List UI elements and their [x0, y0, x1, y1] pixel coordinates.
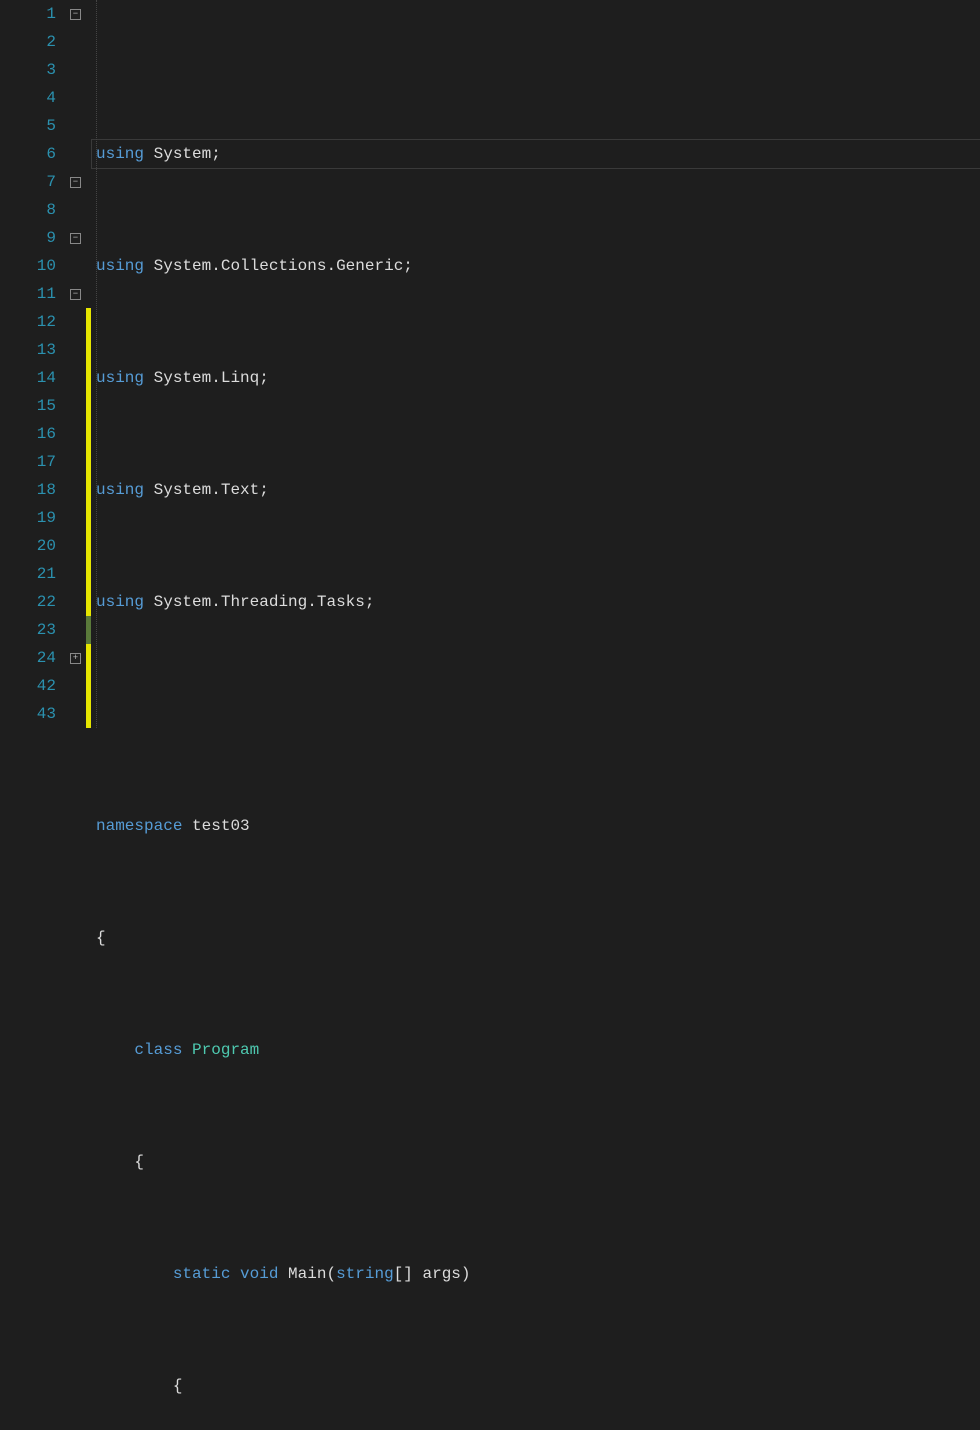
collapse-region-icon[interactable]: − [70, 177, 81, 188]
change-indicator [86, 672, 91, 700]
code-line[interactable]: using System.Linq; [92, 364, 980, 392]
line-number: 19 [0, 504, 56, 532]
line-number: 17 [0, 448, 56, 476]
line-number: 1 [0, 0, 56, 28]
change-indicator [86, 364, 91, 392]
code-area[interactable]: using System; using System.Collections.G… [92, 0, 980, 715]
line-number: 24 [0, 644, 56, 672]
code-line[interactable]: { [92, 924, 980, 952]
line-number: 14 [0, 364, 56, 392]
line-number: 6 [0, 140, 56, 168]
line-number: 7 [0, 168, 56, 196]
change-indicator [86, 644, 91, 672]
line-number: 11 [0, 280, 56, 308]
collapse-region-icon[interactable]: − [70, 233, 81, 244]
change-indicator [86, 476, 91, 504]
code-line[interactable] [92, 700, 980, 728]
line-number-gutter: 1234567891011121314151617181920212223244… [0, 0, 68, 715]
expand-region-icon[interactable]: + [70, 653, 81, 664]
change-indicator [86, 420, 91, 448]
line-number: 23 [0, 616, 56, 644]
line-number: 3 [0, 56, 56, 84]
line-number: 9 [0, 224, 56, 252]
code-line[interactable]: { [92, 1372, 980, 1400]
change-indicator [86, 588, 91, 616]
line-number: 10 [0, 252, 56, 280]
change-indicator [86, 504, 91, 532]
line-number: 21 [0, 560, 56, 588]
change-indicator [86, 392, 91, 420]
line-number: 42 [0, 672, 56, 700]
indent-guide [96, 0, 97, 728]
change-indicator [86, 308, 91, 336]
line-number: 20 [0, 532, 56, 560]
code-line[interactable]: { [92, 1148, 980, 1176]
line-number: 8 [0, 196, 56, 224]
line-number: 16 [0, 420, 56, 448]
change-indicator [86, 616, 91, 644]
code-line[interactable]: class Program [92, 1036, 980, 1064]
line-number: 15 [0, 392, 56, 420]
line-number: 22 [0, 588, 56, 616]
code-line[interactable]: using System.Collections.Generic; [92, 252, 980, 280]
code-line[interactable]: using System.Threading.Tasks; [92, 588, 980, 616]
collapse-region-icon[interactable]: − [70, 289, 81, 300]
code-line[interactable]: using System; [92, 140, 980, 168]
change-indicator [86, 532, 91, 560]
line-number: 13 [0, 336, 56, 364]
collapse-region-icon[interactable]: − [70, 9, 81, 20]
line-number: 5 [0, 112, 56, 140]
line-number: 18 [0, 476, 56, 504]
fold-column: − − − − + [68, 0, 86, 715]
code-line[interactable]: namespace test03 [92, 812, 980, 840]
code-line[interactable]: using System.Text; [92, 476, 980, 504]
line-number: 43 [0, 700, 56, 728]
line-number: 2 [0, 28, 56, 56]
line-number: 4 [0, 84, 56, 112]
code-editor[interactable]: 1234567891011121314151617181920212223244… [0, 0, 980, 715]
change-indicator [86, 560, 91, 588]
change-indicator [86, 700, 91, 728]
code-line[interactable]: static void Main(string[] args) [92, 1260, 980, 1288]
keyword-using: using [96, 145, 144, 163]
line-number: 12 [0, 308, 56, 336]
change-indicator [86, 336, 91, 364]
change-indicator [86, 448, 91, 476]
